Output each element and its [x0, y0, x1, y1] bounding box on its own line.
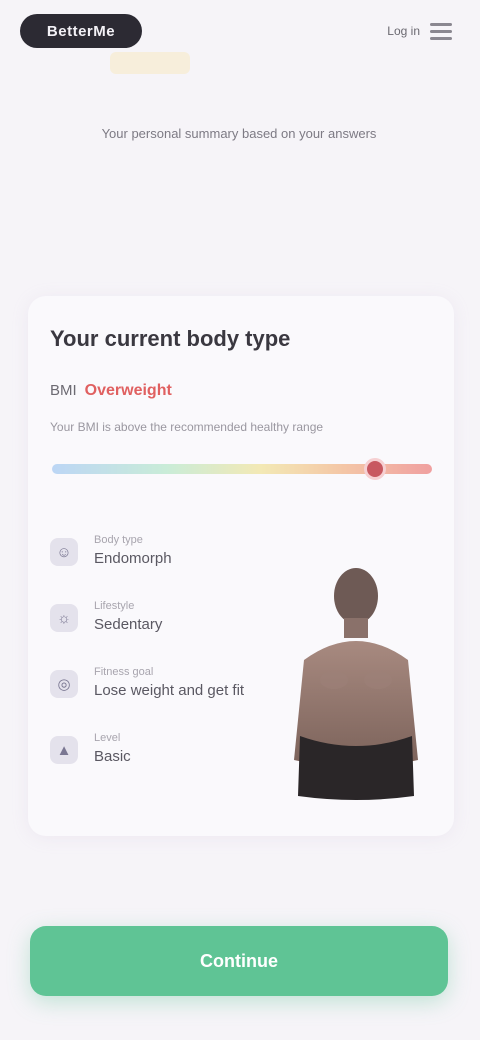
app-logo[interactable]: BetterMe — [20, 14, 142, 48]
menu-icon[interactable] — [430, 22, 452, 40]
bmi-label: BMI — [50, 382, 77, 399]
summary-card: Your current body type BMI Overweight Yo… — [28, 296, 454, 836]
summary-title: Your current body type — [50, 326, 291, 351]
body-type-icon: ☺ — [50, 538, 78, 566]
fact-label: Level — [94, 732, 121, 744]
lifestyle-icon: ☼ — [50, 604, 78, 632]
logo-text: BetterMe — [46, 22, 116, 40]
bmi-row: BMI Overweight — [50, 382, 172, 400]
top-bar: BetterMe Log in — [0, 0, 480, 74]
fact-item: ☺ Body type Endomorph — [50, 532, 290, 576]
fact-value: Sedentary — [94, 616, 163, 633]
fact-label: Body type — [94, 534, 143, 546]
page-subtitle: Your personal summary based on your answ… — [101, 126, 377, 141]
bmi-scale — [52, 458, 432, 480]
bmi-scale-marker — [364, 458, 386, 480]
body-figure-image — [294, 568, 418, 800]
fact-label: Fitness goal — [94, 666, 154, 678]
top-bar-actions: Log in — [387, 20, 452, 42]
login-link[interactable]: Log in — [387, 24, 420, 38]
fact-value: Basic — [94, 748, 131, 765]
goal-icon: ◎ — [50, 670, 78, 698]
fact-value: Lose weight and get fit — [94, 682, 245, 699]
bmi-value: Overweight — [84, 382, 172, 399]
continue-button[interactable]: Continue — [30, 926, 448, 996]
bmi-description: Your BMI is above the recommended health… — [50, 420, 324, 434]
fact-item: ▲ Level Basic — [50, 730, 290, 774]
fact-item: ☼ Lifestyle Sedentary — [50, 598, 290, 642]
level-icon: ▲ — [50, 736, 78, 764]
fact-item: ◎ Fitness goal Lose weight and get fit — [50, 664, 290, 708]
fact-value: Endomorph — [94, 550, 172, 567]
fact-label: Lifestyle — [94, 600, 135, 612]
logo-accent-decoration — [110, 52, 190, 74]
